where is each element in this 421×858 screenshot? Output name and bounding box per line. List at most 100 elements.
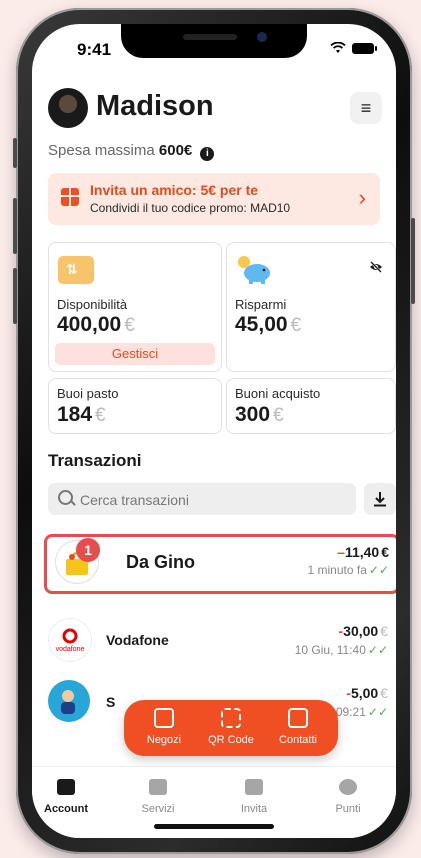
tab-punti[interactable]: Punti — [308, 779, 388, 815]
gestisci-button[interactable]: Gestisci — [55, 343, 215, 365]
disponibilita-amount: 400,00 € — [57, 313, 135, 337]
fab-contatti[interactable]: Contatti — [266, 708, 330, 746]
double-check-icon: ✓✓ — [367, 705, 388, 719]
currency-symbol: € — [95, 405, 106, 426]
disponibilita-value: 400,00 — [57, 313, 122, 336]
currency-symbol: € — [290, 315, 302, 336]
contacts-icon — [288, 708, 308, 728]
transazioni-title: Transazioni — [48, 451, 142, 470]
transaction-date: 10 Giu, 11:40 ✓✓ — [295, 643, 388, 657]
card-risparmi[interactable]: Risparmi 45,00 € — [226, 242, 396, 372]
card-buoni-acquisto[interactable]: Buoni acquisto 300 € — [226, 378, 396, 434]
transaction-amount: -5,00 € — [346, 685, 388, 701]
tab-label: Servizi — [141, 803, 175, 815]
avatar[interactable] — [48, 88, 88, 128]
spesa-value: 600€ — [158, 142, 193, 159]
status-time: 9:41 — [77, 40, 112, 59]
megaphone-icon — [245, 779, 263, 795]
transaction-name: S — [106, 694, 116, 710]
fab-label: Contatti — [279, 734, 317, 746]
double-check-icon: ✓✓ — [368, 563, 389, 577]
currency-symbol: € — [380, 623, 388, 639]
menu-button[interactable]: ≡ — [350, 92, 382, 124]
buoni-acquisto-label: Buoni acquisto — [235, 386, 321, 401]
notch — [121, 24, 307, 58]
tab-label: Punti — [335, 803, 361, 815]
grid-icon — [149, 779, 167, 795]
transaction-row[interactable]: vodafone Vodafone -30,00 € 10 Giu, 11:40 ✓… — [32, 608, 396, 668]
spesa-label: Spesa massima — [48, 142, 155, 159]
risparmi-amount: 45,00 € — [235, 313, 301, 337]
tab-label: Account — [44, 803, 88, 815]
wallet-icon — [58, 256, 94, 284]
tab-invita[interactable]: Invita — [214, 779, 294, 815]
home-indicator[interactable] — [154, 824, 274, 829]
gift-icon — [61, 188, 79, 206]
buoni-acquisto-amount: 300 € — [235, 403, 284, 427]
app-screen: 9:41 Madison ≡ Spesa massima 600€ i Invi… — [32, 24, 396, 838]
amount-value: 11,40 — [344, 544, 380, 560]
amount-sign: – — [337, 544, 345, 560]
fab-negozi[interactable]: Negozi — [132, 708, 196, 746]
transaction-name: Vodafone — [106, 632, 169, 648]
date-text: 1 minuto fa — [307, 563, 367, 577]
transaction-amount: -30,00 € — [338, 623, 388, 639]
wifi-icon — [330, 42, 346, 53]
menu-icon: ≡ — [360, 98, 372, 118]
download-icon — [374, 492, 386, 507]
bolt-icon — [339, 779, 357, 795]
risparmi-value: 45,00 — [235, 313, 288, 336]
promo-banner[interactable]: Invita un amico: 5€ per te Condividi il … — [48, 173, 380, 225]
tab-servizi[interactable]: Servizi — [118, 779, 198, 815]
floating-action-bar: Negozi QR Code Contatti — [124, 700, 338, 756]
card-buoni-pasto[interactable]: Buoi pasto 184 € — [48, 378, 222, 434]
buoni-pasto-value: 184 — [57, 403, 93, 426]
search-input[interactable] — [78, 483, 352, 517]
date-text: 10 Giu, 11:40 — [294, 643, 366, 657]
volume-up-button — [13, 198, 17, 254]
piggy-bank-icon — [238, 256, 270, 284]
spesa-massima: Spesa massima 600€ i — [48, 142, 215, 161]
user-avatar — [48, 680, 90, 722]
qr-code-icon — [221, 708, 241, 728]
risparmi-label: Risparmi — [235, 297, 287, 312]
battery-icon — [352, 42, 377, 54]
wallet-icon — [57, 779, 75, 795]
transaction-amount: –11,40 € — [337, 544, 389, 560]
fab-qr-code[interactable]: QR Code — [199, 708, 263, 746]
promo-subtitle: Condividi il tuo codice promo: MAD10 — [90, 201, 291, 215]
transaction-name: Da Gino — [126, 552, 196, 572]
fab-label: QR Code — [208, 734, 254, 746]
promo-title: Invita un amico: 5€ per te — [90, 182, 259, 198]
disponibilita-label: Disponibilità — [57, 297, 128, 312]
currency-symbol: € — [381, 544, 389, 560]
amount-value: 30,00 — [343, 623, 379, 639]
search-box[interactable] — [48, 483, 356, 517]
fab-label: Negozi — [146, 734, 182, 746]
chevron-right-icon: › — [358, 185, 366, 210]
info-icon[interactable]: i — [200, 147, 215, 161]
header: Madison ≡ — [48, 86, 382, 132]
silent-switch — [13, 138, 17, 168]
amount-value: 5,00 — [350, 685, 379, 701]
currency-symbol: € — [380, 685, 388, 701]
step-badge: 1 — [76, 538, 100, 562]
search-icon — [58, 490, 73, 505]
power-button — [411, 218, 415, 304]
buoni-pasto-label: Buoi pasto — [57, 386, 119, 401]
currency-symbol: € — [124, 315, 135, 336]
speaker — [183, 34, 237, 40]
phone-frame: 9:41 Madison ≡ Spesa massima 600€ i Invi… — [13, 8, 415, 854]
transaction-date: , 09:21 ✓✓ — [329, 705, 388, 719]
tab-account[interactable]: Account — [32, 779, 106, 815]
eye-off-icon[interactable] — [369, 261, 383, 276]
user-name: Madison — [96, 90, 214, 122]
transaction-date: 1 minuto fa ✓✓ — [308, 563, 389, 577]
vodafone-logo: vodafone — [48, 618, 92, 662]
card-disponibilita[interactable]: Disponibilità 400,00€ Gestisci — [48, 242, 222, 372]
double-check-icon: ✓✓ — [367, 643, 388, 657]
svg-text:vodafone: vodafone — [56, 646, 85, 653]
status-icons — [330, 42, 377, 54]
buoni-pasto-amount: 184 € — [57, 403, 106, 427]
download-button[interactable] — [364, 483, 396, 515]
